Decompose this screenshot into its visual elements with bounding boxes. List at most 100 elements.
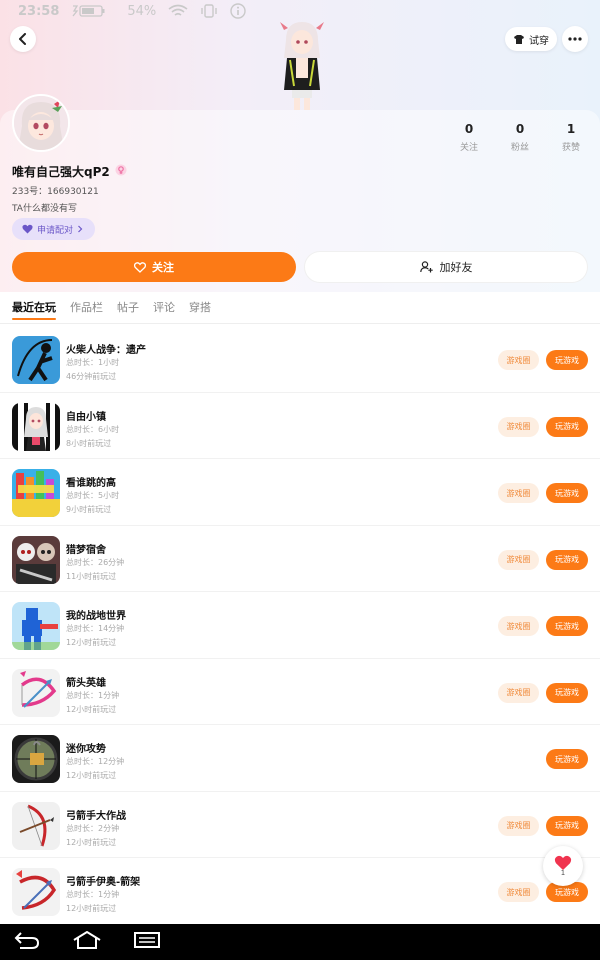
game-last-played: 46分钟前玩过 — [66, 372, 117, 381]
game-name: 迷你攻势 — [66, 744, 106, 755]
game-name: 弓箭手伊奥-箭架 — [66, 877, 141, 888]
nav-home-icon[interactable] — [72, 930, 102, 953]
user-bio: TA什么都没有写 — [12, 204, 77, 214]
game-name: 我的战地世界 — [66, 611, 126, 622]
game-circle-button[interactable]: 游戏圈 — [498, 882, 539, 902]
game-circle-button[interactable]: 游戏圈 — [498, 350, 539, 370]
stat-likes-value: 1 — [566, 122, 576, 136]
avatar[interactable] — [12, 94, 70, 152]
stat-following[interactable]: 0 关注 — [449, 122, 489, 153]
stat-fans[interactable]: 0 粉丝 — [500, 122, 540, 153]
gender-icon — [115, 164, 127, 179]
more-dots-icon — [568, 37, 582, 41]
game-name: 弓箭手大作战 — [66, 810, 126, 822]
like-count: 1 — [560, 869, 566, 877]
pink-bow-icon — [12, 668, 60, 717]
game-row[interactable]: 猎梦宿舍 总时长：26分钟 11小时前玩过 游戏圈 玩游戏 — [0, 526, 600, 592]
game-name: 猎梦宿舍 — [66, 544, 106, 556]
tab-comments[interactable]: 评论 — [153, 292, 175, 324]
game-duration: 总时长：6小时 — [66, 424, 120, 434]
chevron-left-icon — [19, 33, 26, 45]
game-circle-button[interactable]: 游戏圈 — [498, 616, 539, 636]
stat-likes[interactable]: 1 获赞 — [551, 122, 591, 153]
add-friend-button[interactable]: 加好友 — [305, 252, 587, 282]
game-last-played: 12小时前玩过 — [66, 638, 117, 647]
game-circle-button[interactable]: 游戏圈 — [498, 483, 539, 503]
game-duration: 总时长：5小时 — [66, 491, 120, 500]
dorm-icon — [12, 535, 60, 584]
heart-pair-icon — [22, 224, 33, 234]
game-row[interactable]: 看谁跳的高 总时长：5小时 9小时前玩过 游戏圈 玩游戏 — [0, 459, 600, 526]
nav-recents-icon[interactable] — [134, 932, 160, 952]
red-bow-icon — [12, 801, 60, 850]
username-row: 唯有自己强大qP2 — [12, 163, 127, 180]
game-row[interactable]: 箭头英雄 总时长：1分钟 12小时前玩过 游戏圈 玩游戏 — [0, 659, 600, 725]
game-name: 自由小镇 — [66, 411, 106, 423]
game-duration: 总时长：1分钟 — [66, 890, 120, 899]
battery-percent: 54% — [127, 3, 157, 19]
character-figure[interactable] — [272, 20, 332, 110]
apply-pair-label: 申请配对 — [37, 225, 74, 236]
more-button[interactable] — [562, 26, 588, 52]
like-fab[interactable]: 1 — [543, 846, 583, 886]
chevron-right-icon — [78, 225, 83, 233]
stat-fans-value: 0 — [515, 122, 525, 136]
jump-icon — [12, 469, 60, 517]
tab-outfits[interactable]: 穿搭 — [189, 292, 211, 324]
username: 唯有自己强大qP2 — [12, 165, 110, 179]
game-row[interactable]: 弓箭手伊奥-箭架 总时长：1分钟 12小时前玩过 游戏圈 玩游戏 — [0, 858, 600, 925]
game-row[interactable]: 火柴人战争：遗产 总时长：1小时 46分钟前玩过 游戏圈 玩游戏 — [0, 326, 600, 393]
game-row[interactable]: 自由小镇 总时长：6小时 8小时前玩过 游戏圈 玩游戏 — [0, 393, 600, 459]
tab-works[interactable]: 作品栏 — [70, 292, 103, 324]
stat-fans-label: 粉丝 — [510, 143, 529, 153]
status-time: 23:58 — [18, 3, 60, 19]
play-game-button[interactable]: 玩游戏 — [546, 350, 588, 370]
try-on-button[interactable]: 试穿 — [505, 27, 557, 51]
game-duration: 总时长：26分钟 — [66, 557, 125, 567]
game-duration: 总时长：2分钟 — [66, 823, 120, 833]
game-last-played: 12小时前玩过 — [66, 837, 117, 847]
game-name: 火柴人战争：遗产 — [66, 345, 146, 356]
tab-posts[interactable]: 帖子 — [117, 292, 139, 324]
game-circle-button[interactable]: 游戏圈 — [498, 815, 539, 836]
try-on-label: 试穿 — [529, 35, 549, 47]
stat-following-label: 关注 — [459, 143, 478, 153]
follow-label: 关注 — [152, 261, 174, 274]
tab-recently-played[interactable]: 最近在玩 — [12, 292, 56, 324]
game-row[interactable]: 迷你攻势 总时长：12分钟 12小时前玩过 玩游戏 — [0, 725, 600, 792]
game-name: 看谁跳的高 — [66, 478, 116, 489]
game-duration: 总时长：1小时 — [66, 358, 120, 367]
back-button[interactable] — [10, 26, 36, 52]
info-icon — [230, 3, 246, 19]
game-duration: 总时长：1分钟 — [66, 690, 120, 700]
game-row[interactable]: 弓箭手大作战 总时长：2分钟 12小时前玩过 游戏圈 玩游戏 — [0, 792, 600, 858]
arrow-rack-icon — [12, 868, 60, 916]
game-list: 火柴人战争：遗产 总时长：1小时 46分钟前玩过 游戏圈 玩游戏 自由小镇 总时… — [0, 326, 600, 925]
play-game-button[interactable]: 玩游戏 — [546, 549, 588, 570]
game-circle-button[interactable]: 游戏圈 — [498, 549, 539, 570]
add-friend-label: 加好友 — [439, 261, 473, 274]
play-game-button[interactable]: 玩游戏 — [546, 815, 588, 836]
play-game-button[interactable]: 玩游戏 — [546, 416, 588, 437]
apply-pair-button[interactable]: 申请配对 — [12, 218, 95, 240]
shirt-icon — [514, 34, 524, 44]
nav-back-icon[interactable] — [14, 931, 40, 953]
follow-heart-icon — [134, 261, 146, 273]
system-nav-bar — [0, 924, 600, 960]
play-game-button[interactable]: 玩游戏 — [546, 682, 588, 703]
game-last-played: 8小时前玩过 — [66, 438, 112, 448]
stat-following-value: 0 — [464, 122, 474, 136]
game-circle-button[interactable]: 游戏圈 — [498, 416, 539, 437]
game-row[interactable]: 我的战地世界 总时长：14分钟 12小时前玩过 游戏圈 玩游戏 — [0, 592, 600, 659]
play-game-button[interactable]: 玩游戏 — [546, 483, 588, 503]
game-duration: 总时长：12分钟 — [66, 757, 125, 766]
play-game-button[interactable]: 玩游戏 — [546, 616, 588, 636]
follow-button[interactable]: 关注 — [12, 252, 296, 282]
game-last-played: 12小时前玩过 — [66, 771, 117, 780]
game-circle-button[interactable]: 游戏圈 — [498, 682, 539, 703]
stat-likes-label: 获赞 — [561, 143, 580, 153]
profile-tabs: 最近在玩 作品栏 帖子 评论 穿搭 — [0, 292, 600, 324]
add-user-icon — [419, 261, 433, 273]
play-game-button[interactable]: 玩游戏 — [546, 749, 588, 769]
vibrate-icon — [200, 4, 218, 18]
